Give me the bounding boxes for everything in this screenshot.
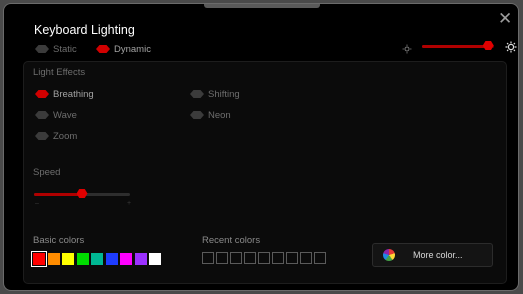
speed-slider-thumb[interactable]	[76, 189, 88, 198]
static-mode-label[interactable]: Static	[53, 44, 77, 55]
effect-neon-label[interactable]: Neon	[208, 110, 231, 121]
recent-color-slot[interactable]	[314, 252, 326, 264]
effect-zoom-label[interactable]: Zoom	[53, 131, 77, 142]
dynamic-mode-radio[interactable]	[96, 45, 110, 53]
recent-color-slot[interactable]	[230, 252, 242, 264]
dialog-title: Keyboard Lighting	[34, 23, 135, 37]
basic-color-swatch[interactable]	[62, 253, 74, 265]
static-mode-radio[interactable]	[35, 45, 49, 53]
basic-color-swatch[interactable]	[91, 253, 103, 265]
speed-slider[interactable]	[34, 188, 132, 200]
brightness-slider-thumb[interactable]	[482, 41, 494, 50]
light-effects-heading: Light Effects	[33, 67, 86, 78]
effect-wave-label[interactable]: Wave	[53, 110, 77, 121]
recent-color-slot[interactable]	[272, 252, 284, 264]
recent-colors-heading: Recent colors	[202, 235, 261, 246]
recent-color-slot[interactable]	[258, 252, 270, 264]
speed-max-label: +	[127, 200, 132, 207]
title-bar-handle	[204, 4, 320, 8]
basic-colors-heading: Basic colors	[33, 235, 85, 246]
basic-color-swatch[interactable]	[31, 251, 47, 267]
basic-color-swatch[interactable]	[149, 253, 161, 265]
basic-color-swatch[interactable]	[76, 253, 89, 265]
basic-color-swatch[interactable]	[134, 253, 147, 265]
recent-color-slot[interactable]	[216, 252, 228, 264]
sun-large-icon	[505, 40, 517, 53]
basic-color-swatch[interactable]	[105, 253, 118, 265]
effect-shifting-label[interactable]: Shifting	[208, 89, 240, 100]
more-color-label: More color...	[413, 250, 463, 260]
recent-color-slot[interactable]	[300, 252, 312, 264]
more-color-button[interactable]: More color...	[372, 243, 493, 267]
sun-small-icon	[402, 41, 412, 54]
recent-color-slot[interactable]	[286, 252, 298, 264]
recent-color-slot[interactable]	[202, 252, 214, 264]
color-wheel-icon	[383, 249, 395, 261]
brightness-slider[interactable]	[422, 40, 496, 52]
basic-color-swatch[interactable]	[47, 253, 60, 265]
basic-color-swatch[interactable]	[120, 253, 132, 265]
speed-heading: Speed	[33, 167, 61, 178]
recent-color-slot[interactable]	[244, 252, 256, 264]
close-icon[interactable]: ✕	[498, 10, 512, 27]
speed-min-label: –	[35, 200, 39, 207]
keyboard-lighting-dialog: Keyboard Lighting ✕ Static Dynamic Light…	[3, 3, 519, 291]
dynamic-mode-label[interactable]: Dynamic	[114, 44, 151, 55]
effect-breathing-label[interactable]: Breathing	[53, 89, 94, 100]
